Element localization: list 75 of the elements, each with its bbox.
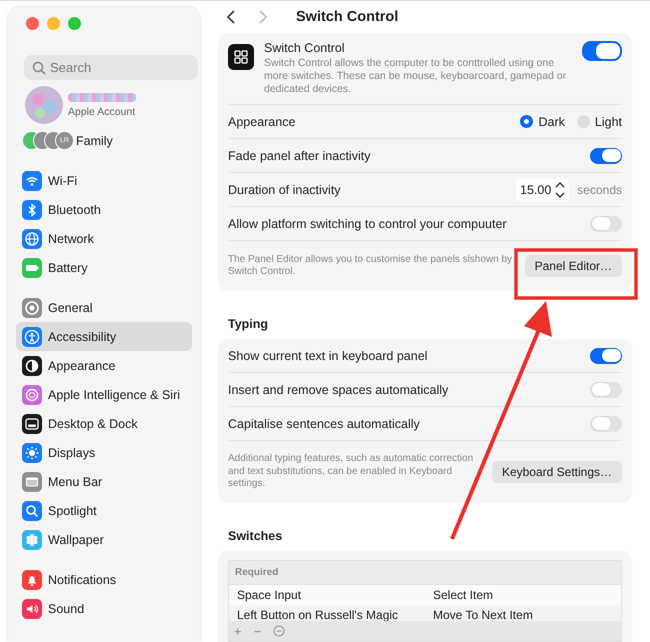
sidebar-item[interactable]: Appearance — [48, 358, 116, 372]
table-cell[interactable]: Space Input — [229, 588, 425, 602]
settings-icon — [22, 228, 42, 248]
settings-icon — [22, 200, 42, 220]
account-label: Apple Account — [68, 106, 136, 118]
settings-icon — [22, 414, 42, 434]
settings-icon — [22, 500, 42, 520]
help-text: Additional typing features, such as automatic correction and text substitutions, can be enabled in Keyboard settings. — [228, 453, 474, 491]
minimize-button[interactable] — [47, 17, 60, 30]
sidebar-item[interactable]: Spotlight — [48, 504, 97, 518]
radio-label[interactable]: Light — [594, 114, 622, 128]
avatar-icon — [24, 85, 64, 125]
toggle-switch[interactable] — [590, 416, 622, 432]
redacted-name — [68, 92, 136, 102]
settings-icon — [22, 570, 42, 590]
table-cell[interactable]: Select Item — [425, 588, 621, 602]
toggle-switch[interactable] — [590, 216, 622, 232]
sidebar-item[interactable]: Apple Intelligence & Siri — [48, 388, 180, 402]
settings-icon — [22, 326, 42, 346]
sidebar-item[interactable]: Bluetooth — [48, 202, 101, 216]
section-heading: Switches — [228, 529, 284, 543]
window-title: Switch Control — [296, 9, 398, 25]
setting-label: Allow platform switching to control your compuuter — [228, 216, 507, 230]
sidebar-item[interactable]: Battery — [48, 260, 88, 274]
sidebar-item[interactable]: Menu Bar — [48, 474, 102, 488]
minus-circle-icon — [273, 625, 286, 637]
setting-label: Capitalise sentences automatically — [228, 416, 420, 430]
toggle-switch[interactable] — [590, 148, 622, 164]
toggle-switch[interactable] — [590, 382, 622, 398]
chevron-left-icon — [226, 9, 236, 25]
table-cell[interactable]: Move To Next Item — [425, 608, 621, 621]
sidebar-item[interactable]: General — [48, 300, 92, 314]
settings-icon — [22, 298, 42, 318]
settings-button[interactable]: Panel Editor… — [524, 255, 622, 277]
setting-label: Appearance — [228, 114, 296, 128]
radio-button[interactable] — [576, 115, 590, 128]
settings-button[interactable]: Keyboard Settings… — [492, 461, 622, 483]
toggle-switch[interactable] — [582, 41, 622, 61]
help-text: The Panel Editor allows you to customise the panels slshown by Switch Control. — [228, 254, 513, 278]
sidebar-item-highlight[interactable]: Accessibility — [16, 322, 192, 351]
zoom-button[interactable] — [68, 17, 81, 30]
table-group-header: Required — [229, 561, 621, 585]
sidebar-item[interactable]: Sound — [48, 602, 84, 616]
sidebar-item[interactable]: Network — [48, 232, 94, 246]
settings-icon — [22, 384, 42, 404]
sidebar-item[interactable]: Wi-Fi — [48, 174, 78, 188]
sidebar-item[interactable]: Wallpaper — [48, 532, 104, 546]
sidebar-item[interactable]: Family — [76, 134, 113, 148]
sidebar-item[interactable]: Notifications — [48, 572, 116, 586]
chevron-right-icon — [258, 9, 268, 25]
setting-label: Fade panel after inactivity — [228, 148, 370, 162]
sidebar-item[interactable]: Accessibility — [48, 330, 116, 344]
radio-label[interactable]: Dark — [538, 114, 565, 128]
section-title: Switch Control — [264, 41, 346, 55]
settings-icon — [22, 472, 42, 492]
unit-label: seconds — [577, 182, 622, 196]
section-heading: Typing — [228, 317, 270, 331]
settings-icon — [22, 598, 42, 618]
toggle-switch[interactable] — [590, 348, 622, 364]
settings-icon — [22, 258, 42, 278]
close-button[interactable] — [26, 17, 39, 30]
settings-icon — [22, 356, 42, 376]
radio-button[interactable] — [520, 115, 534, 128]
setting-label: Duration of inactivity — [228, 182, 341, 196]
setting-label: Insert and remove spaces automatically — [228, 382, 448, 396]
description-text: Switch Control allows the computer to be conttrolled using one more switches. These can be mouse, keyboarcoard, gamepad or dedicated devices. — [264, 57, 568, 96]
settings-icon — [22, 530, 42, 550]
setting-label: Show current text in keyboard panel — [228, 348, 428, 362]
sidebar-item[interactable]: Displays — [48, 446, 96, 460]
sidebar-item[interactable]: Desktop & Dock — [48, 416, 138, 430]
settings-icon — [22, 442, 42, 462]
switch-control-icon — [228, 44, 254, 70]
search-field[interactable]: Search — [24, 55, 198, 80]
settings-icon — [22, 170, 42, 190]
stepper-arrows-icon — [555, 180, 566, 198]
